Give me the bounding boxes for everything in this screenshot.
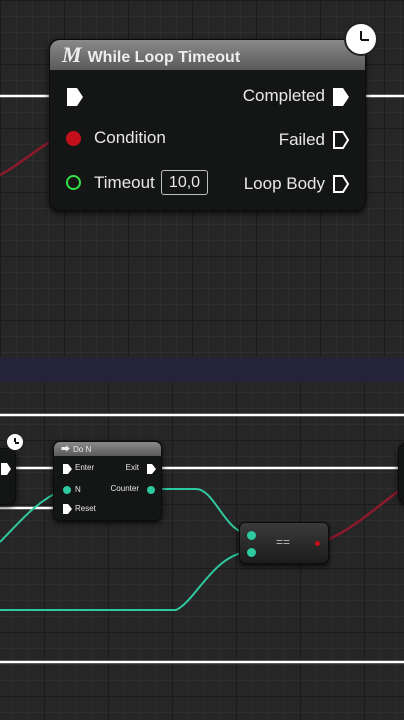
reset-label: Reset bbox=[75, 504, 96, 513]
failed-label: Failed bbox=[278, 130, 325, 149]
compare-b-pin[interactable] bbox=[247, 548, 256, 557]
do-n-node[interactable]: ⮕ Do N Enter N Reset Exit Counter bbox=[53, 441, 162, 521]
graph-divider bbox=[0, 357, 404, 382]
exec-enter-pin[interactable] bbox=[63, 464, 72, 474]
n-label: N bbox=[75, 485, 81, 494]
timeout-pin[interactable] bbox=[66, 175, 81, 190]
node-title: While Loop Timeout bbox=[87, 49, 241, 66]
exec-loop-body-pin[interactable] bbox=[332, 174, 350, 194]
completed-label: Completed bbox=[242, 86, 325, 105]
compare-b-wire[interactable] bbox=[0, 551, 251, 611]
node-title: Do N bbox=[73, 445, 92, 454]
graph-canvas-bottom[interactable]: ⮕ Do N Enter N Reset Exit Counter == bbox=[0, 382, 404, 720]
condition-pin[interactable] bbox=[66, 131, 81, 146]
loop-body-label: Loop Body bbox=[243, 174, 325, 193]
operator-label: == bbox=[276, 535, 291, 549]
macro-icon: M bbox=[62, 42, 82, 67]
wires-bottom bbox=[0, 413, 404, 664]
counter-pin[interactable] bbox=[147, 486, 155, 494]
enter-label: Enter bbox=[75, 463, 95, 472]
exec-exit-pin[interactable] bbox=[147, 464, 156, 474]
clock-icon bbox=[344, 22, 378, 56]
graph-canvas-top[interactable]: M While Loop Timeout Condition Timeout 10… bbox=[0, 0, 404, 357]
n-pin[interactable] bbox=[63, 486, 71, 494]
timeout-label: Timeout bbox=[94, 173, 155, 192]
timeout-field[interactable]: 10,0 bbox=[161, 170, 208, 195]
counter-wire[interactable] bbox=[158, 488, 251, 535]
while-loop-timeout-node[interactable]: M While Loop Timeout Condition Timeout 10… bbox=[49, 39, 366, 211]
exec-failed-pin[interactable] bbox=[332, 130, 350, 150]
counter-label: Counter bbox=[110, 484, 139, 493]
bool-result-wire[interactable] bbox=[317, 485, 404, 546]
exec-reset-pin[interactable] bbox=[63, 504, 72, 514]
result-pin[interactable] bbox=[315, 541, 320, 546]
exec-output-pin[interactable] bbox=[1, 463, 11, 475]
exec-arrow-icon: ⮕ bbox=[61, 444, 71, 454]
exit-label: Exit bbox=[125, 463, 139, 472]
node-header[interactable]: ⮕ Do N bbox=[54, 442, 161, 456]
clock-icon bbox=[6, 433, 24, 451]
node-header[interactable]: M While Loop Timeout bbox=[50, 40, 365, 70]
condition-label: Condition bbox=[94, 128, 166, 147]
equal-node[interactable]: == bbox=[239, 522, 329, 564]
compare-a-pin[interactable] bbox=[247, 531, 256, 540]
partial-node-right[interactable] bbox=[398, 442, 404, 504]
partial-node-left[interactable] bbox=[0, 448, 16, 505]
exec-completed-pin[interactable] bbox=[332, 87, 350, 107]
exec-input-pin[interactable] bbox=[66, 87, 84, 107]
